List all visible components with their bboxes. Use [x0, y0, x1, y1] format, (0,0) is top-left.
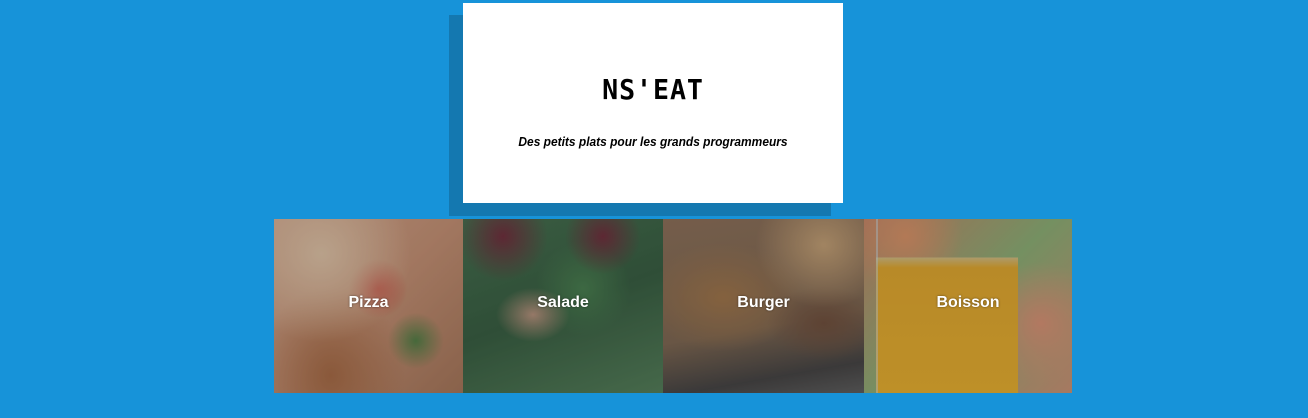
- category-tile-pizza[interactable]: Pizza: [274, 219, 463, 393]
- category-tile-salade[interactable]: Salade: [463, 219, 663, 393]
- category-tile-burger[interactable]: Burger: [663, 219, 864, 393]
- site-subtitle: Des petits plats pour les grands program…: [518, 134, 788, 149]
- category-label: Salade: [537, 294, 589, 311]
- site-title: NS'EAT: [602, 73, 704, 106]
- category-tile-boisson[interactable]: Boisson: [864, 219, 1072, 393]
- category-label: Boisson: [936, 294, 1000, 311]
- category-label: Pizza: [348, 294, 389, 311]
- header-card: NS'EAT Des petits plats pour les grands …: [463, 3, 843, 203]
- category-label: Burger: [737, 294, 790, 311]
